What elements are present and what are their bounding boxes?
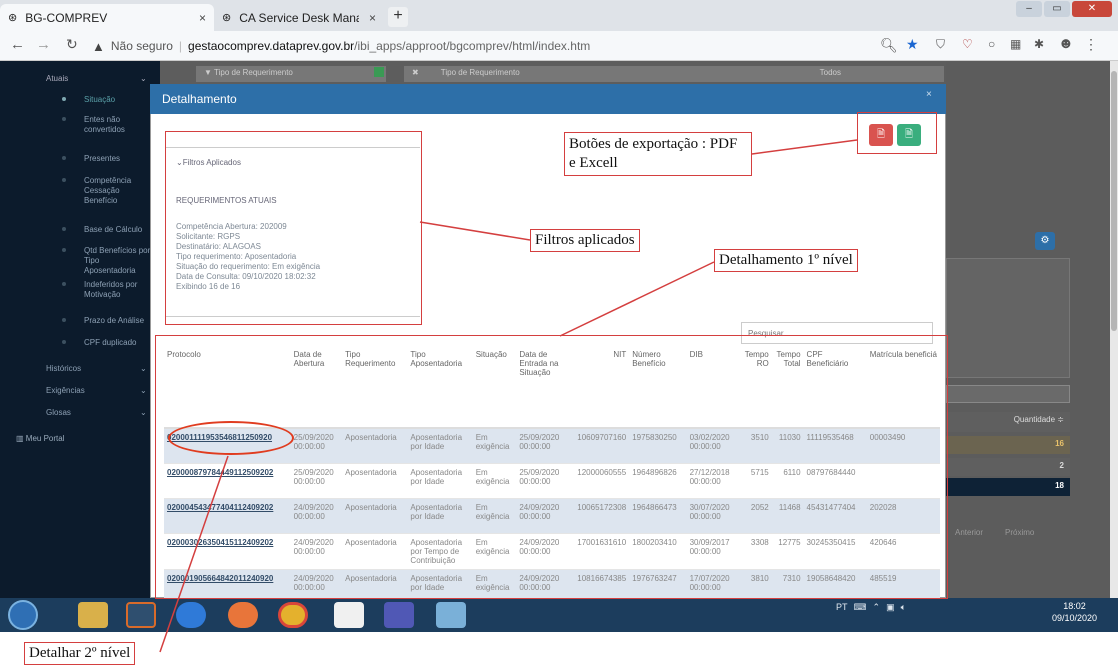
protocol-highlight-oval [168, 421, 294, 455]
filters-callout: Filtros aplicados [530, 229, 640, 252]
level2-callout: Detalhar 2º nível [24, 642, 136, 665]
export-callout: Botões de exportação : PDF e Excell [564, 132, 752, 176]
level1-callout: Detalhamento 1º nível [714, 249, 858, 272]
export-highlight-box [857, 112, 937, 154]
table-highlight-box [155, 335, 948, 599]
filters-highlight-box [165, 131, 422, 325]
